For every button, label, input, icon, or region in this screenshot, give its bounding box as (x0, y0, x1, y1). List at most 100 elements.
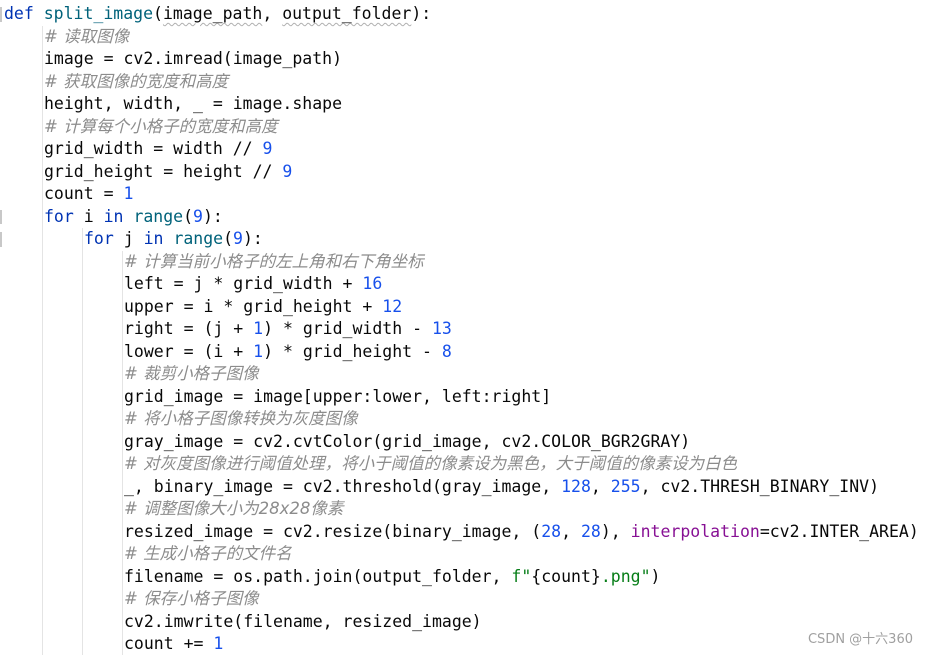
code-token: , (590, 476, 611, 496)
code-comment: # 计算每个小格子的宽度和高度 (44, 116, 278, 136)
code-token: j (123, 229, 144, 248)
fold-marker[interactable] (0, 209, 2, 224)
code-line[interactable]: # 计算每个小格子的宽度和高度 (44, 116, 278, 139)
code-token: count += (124, 634, 214, 653)
code-token: image = cv2.imread(image_path) (44, 49, 343, 68)
code-token: upper = i * grid_height + (124, 296, 383, 316)
code-line[interactable]: height, width, _ = image.shape (44, 93, 342, 116)
code-line[interactable]: count += 1 (124, 633, 223, 655)
code-token: range (133, 206, 184, 226)
code-line[interactable]: right = (j + 1) * grid_width - 13 (124, 318, 452, 341)
code-token: i (83, 206, 104, 226)
code-token: ) * grid_width - (263, 319, 432, 338)
code-line[interactable]: # 获取图像的宽度和高度 (44, 71, 228, 94)
code-line[interactable]: def split_image(image_path, output_folde… (4, 3, 431, 26)
code-token: =cv2.INTER_AREA) (759, 521, 919, 541)
code-comment: # 调整图像大小为28x28像素 (124, 499, 344, 518)
code-token: interpolation (630, 521, 760, 541)
code-comment: # 保存小格子图像 (124, 589, 259, 608)
code-token: left = j * grid_width + (124, 274, 363, 293)
code-token: 28 (541, 521, 562, 541)
code-line[interactable]: grid_image = image[upper:lower, left:rig… (124, 386, 551, 409)
code-token: f" (511, 566, 532, 586)
code-token: ), (600, 521, 631, 541)
code-comment: # 将小格子图像转换为灰度图像 (124, 409, 358, 428)
code-line[interactable]: count = 1 (44, 183, 133, 206)
fold-marker[interactable] (0, 232, 2, 247)
code-line[interactable]: image = cv2.imread(image_path) (44, 48, 342, 71)
code-token: ) * grid_height - (263, 341, 442, 361)
code-line[interactable]: grid_width = width // 9 (44, 138, 272, 161)
code-line[interactable]: # 将小格子图像转换为灰度图像 (124, 408, 358, 431)
code-token: ): (411, 4, 432, 23)
code-token: for (44, 206, 84, 226)
code-token: image_path (162, 4, 263, 23)
code-token: in (103, 206, 134, 226)
code-token: grid_image = image[upper:lower, left:rig… (124, 386, 552, 406)
code-token: range (173, 229, 224, 248)
code-line[interactable]: grid_height = height // 9 (44, 161, 292, 184)
code-line[interactable]: # 保存小格子图像 (124, 588, 259, 611)
code-token: resized_image = cv2.resize(binary_image,… (124, 521, 542, 541)
code-line[interactable]: # 生成小格子的文件名 (124, 543, 292, 566)
code-token: 9 (282, 161, 293, 181)
code-comment: # 对灰度图像进行阈值处理，将小于阈值的像素设为黑色，大于阈值的像素设为白色 (124, 454, 738, 473)
code-editor[interactable]: def split_image(image_path, output_folde… (0, 0, 927, 655)
code-line[interactable]: upper = i * grid_height + 12 (124, 296, 402, 319)
code-token: 9 (262, 139, 273, 158)
code-token: def (4, 4, 44, 23)
watermark: CSDN @十六360 (807, 632, 913, 647)
code-token: height, width, _ = image.shape (44, 94, 343, 113)
code-line[interactable]: # 对灰度图像进行阈值处理，将小于阈值的像素设为黑色，大于阈值的像素设为白色 (124, 453, 737, 476)
code-token: grid_height = height // (44, 161, 283, 181)
code-token: ( (153, 4, 163, 23)
code-line[interactable]: # 调整图像大小为28x28像素 (124, 498, 343, 521)
fold-marker[interactable] (0, 7, 2, 22)
code-comment: # 裁剪小格子图像 (124, 364, 259, 383)
indent-guide (42, 25, 43, 655)
code-line[interactable]: # 裁剪小格子图像 (124, 363, 259, 386)
code-token: lower = (i + (124, 341, 254, 361)
code-comment: # 获取图像的宽度和高度 (44, 71, 229, 91)
code-comment: # 生成小格子的文件名 (124, 544, 292, 563)
code-token: count = (44, 184, 124, 203)
code-line[interactable]: lower = (i + 1) * grid_height - 8 (124, 341, 452, 364)
code-line[interactable]: _, binary_image = cv2.threshold(gray_ima… (124, 476, 879, 499)
code-token: ) (650, 566, 661, 586)
code-line[interactable]: for i in range(9): (44, 206, 223, 229)
code-line[interactable]: for j in range(9): (84, 228, 263, 251)
code-token: , (262, 4, 283, 23)
code-line[interactable]: cv2.imwrite(filename, resized_image) (124, 611, 482, 634)
code-line[interactable]: resized_image = cv2.resize(binary_image,… (124, 521, 919, 544)
code-token: 16 (362, 274, 383, 293)
code-line[interactable]: filename = os.path.join(output_folder, f… (124, 566, 660, 589)
code-token: 1 (123, 184, 134, 203)
code-token: {count} (531, 566, 601, 586)
code-token: for (84, 229, 124, 248)
code-comment: # 读取图像 (44, 26, 130, 46)
code-token: filename = os.path.join(output_folder, (124, 566, 512, 586)
code-token: 13 (431, 319, 452, 338)
code-token: ): (202, 206, 223, 226)
code-token: .png" (600, 566, 651, 586)
code-token: ( (223, 229, 234, 248)
code-token: cv2.imwrite(filename, resized_image) (124, 611, 482, 631)
code-token: in (143, 229, 174, 248)
code-token: grid_width = width // (44, 139, 263, 158)
indent-guide (82, 228, 83, 655)
code-token: _, binary_image = cv2.threshold(gray_ima… (124, 476, 562, 496)
code-token: 8 (441, 341, 452, 361)
indent-guide (122, 250, 123, 655)
code-token: 12 (382, 296, 403, 316)
code-line[interactable]: # 计算当前小格子的左上角和右下角坐标 (124, 251, 424, 274)
code-comment: # 计算当前小格子的左上角和右下角坐标 (124, 251, 424, 271)
code-line[interactable]: # 读取图像 (44, 26, 129, 49)
code-line[interactable]: left = j * grid_width + 16 (124, 273, 382, 296)
code-token: 9 (193, 206, 203, 226)
code-token: 1 (253, 341, 264, 361)
code-line[interactable]: gray_image = cv2.cvtColor(grid_image, cv… (124, 431, 690, 454)
code-token: 9 (233, 229, 243, 248)
code-token: 128 (561, 476, 591, 496)
code-token: gray_image = cv2.cvtColor(grid_image, cv… (124, 431, 691, 451)
code-token: ( (183, 206, 194, 226)
